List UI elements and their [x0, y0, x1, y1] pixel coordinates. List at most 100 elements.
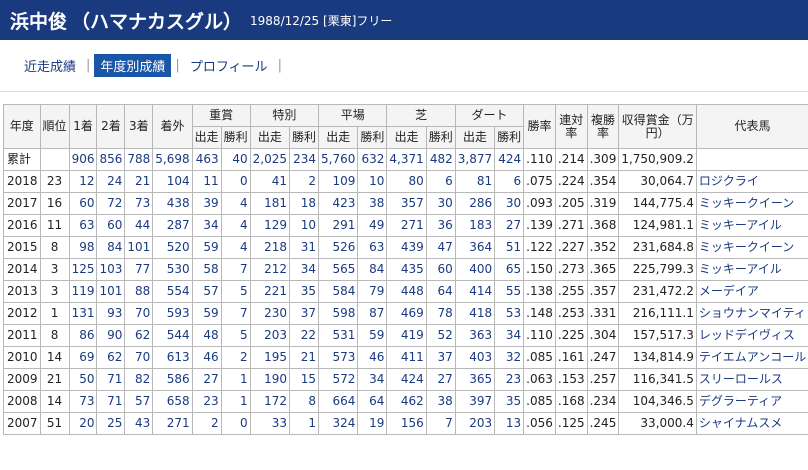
cell-first[interactable]: 12 — [68, 170, 98, 193]
cell-second[interactable]: 103 — [96, 258, 126, 281]
cell-horse-link[interactable]: ミッキーアイル — [695, 258, 808, 281]
cell-d-s[interactable]: 403 — [454, 346, 496, 369]
cell-third[interactable]: 57 — [124, 390, 154, 413]
cell-s-s[interactable]: 41 — [249, 170, 291, 193]
cell-first[interactable]: 906 — [68, 148, 98, 171]
cell-g-w[interactable]: 4 — [220, 236, 251, 259]
cell-d-w[interactable]: 424 — [494, 148, 525, 171]
cell-s-w[interactable]: 37 — [289, 302, 320, 325]
cell-s-w[interactable]: 234 — [289, 148, 320, 171]
cell-f-s[interactable]: 584 — [318, 280, 359, 303]
cell-g-w[interactable]: 2 — [220, 346, 251, 369]
cell-g-s[interactable]: 11 — [191, 170, 222, 193]
cell-d-w[interactable]: 55 — [494, 280, 525, 303]
cell-g-s[interactable]: 48 — [191, 324, 222, 347]
cell-f-w[interactable]: 34 — [357, 368, 388, 391]
cell-d-w[interactable]: 32 — [494, 346, 525, 369]
cell-t-w[interactable]: 7 — [425, 412, 456, 435]
cell-second[interactable]: 71 — [96, 390, 126, 413]
cell-s-w[interactable]: 15 — [289, 368, 320, 391]
cell-d-s[interactable]: 203 — [454, 412, 496, 435]
cell-t-w[interactable]: 38 — [425, 390, 456, 413]
cell-second[interactable]: 93 — [96, 302, 126, 325]
cell-f-w[interactable]: 79 — [357, 280, 388, 303]
cell-f-s[interactable]: 572 — [318, 368, 359, 391]
cell-second[interactable]: 62 — [96, 346, 126, 369]
cell-horse-link[interactable] — [695, 148, 808, 171]
cell-f-s[interactable]: 109 — [318, 170, 359, 193]
cell-t-w[interactable]: 52 — [425, 324, 456, 347]
cell-s-w[interactable]: 21 — [289, 346, 320, 369]
cell-t-s[interactable]: 469 — [386, 302, 427, 325]
cell-s-s[interactable]: 33 — [249, 412, 291, 435]
cell-f-s[interactable]: 531 — [318, 324, 359, 347]
cell-third[interactable]: 44 — [124, 214, 154, 237]
cell-third[interactable]: 77 — [124, 258, 154, 281]
cell-second[interactable]: 84 — [96, 236, 126, 259]
cell-t-s[interactable]: 156 — [386, 412, 427, 435]
cell-s-s[interactable]: 221 — [249, 280, 291, 303]
cell-d-w[interactable]: 27 — [494, 214, 525, 237]
cell-horse-link[interactable]: ミッキークイーン — [695, 192, 808, 215]
cell-t-s[interactable]: 462 — [386, 390, 427, 413]
cell-d-w[interactable]: 51 — [494, 236, 525, 259]
cell-f-w[interactable]: 19 — [357, 412, 388, 435]
cell-g-w[interactable]: 5 — [220, 324, 251, 347]
cell-third[interactable]: 88 — [124, 280, 154, 303]
cell-f-s[interactable]: 423 — [318, 192, 359, 215]
cell-first[interactable]: 69 — [68, 346, 98, 369]
cell-f-s[interactable]: 526 — [318, 236, 359, 259]
cell-first[interactable]: 98 — [68, 236, 98, 259]
cell-g-s[interactable]: 2 — [191, 412, 222, 435]
cell-t-s[interactable]: 80 — [386, 170, 427, 193]
cell-g-w[interactable]: 1 — [220, 368, 251, 391]
cell-s-w[interactable]: 31 — [289, 236, 320, 259]
cell-first[interactable]: 73 — [68, 390, 98, 413]
cell-d-w[interactable]: 30 — [494, 192, 525, 215]
cell-s-s[interactable]: 203 — [249, 324, 291, 347]
cell-g-w[interactable]: 40 — [220, 148, 251, 171]
cell-first[interactable]: 119 — [68, 280, 98, 303]
cell-f-w[interactable]: 64 — [357, 390, 388, 413]
cell-third[interactable]: 62 — [124, 324, 154, 347]
cell-s-w[interactable]: 22 — [289, 324, 320, 347]
cell-d-s[interactable]: 363 — [454, 324, 496, 347]
cell-d-s[interactable]: 397 — [454, 390, 496, 413]
cell-f-w[interactable]: 49 — [357, 214, 388, 237]
cell-t-w[interactable]: 78 — [425, 302, 456, 325]
cell-f-s[interactable]: 565 — [318, 258, 359, 281]
cell-t-s[interactable]: 271 — [386, 214, 427, 237]
cell-s-s[interactable]: 181 — [249, 192, 291, 215]
cell-g-s[interactable]: 59 — [191, 302, 222, 325]
cell-second[interactable]: 24 — [96, 170, 126, 193]
cell-f-w[interactable]: 632 — [357, 148, 388, 171]
cell-horse-link[interactable]: レッドデイヴィス — [695, 324, 808, 347]
tab-recent-results[interactable]: 近走成績 — [18, 54, 82, 77]
cell-d-w[interactable]: 23 — [494, 368, 525, 391]
cell-s-w[interactable]: 10 — [289, 214, 320, 237]
cell-third[interactable]: 82 — [124, 368, 154, 391]
cell-third[interactable]: 70 — [124, 302, 154, 325]
cell-third[interactable]: 43 — [124, 412, 154, 435]
cell-d-s[interactable]: 400 — [454, 258, 496, 281]
cell-horse-link[interactable]: シャイナムスメ — [695, 412, 808, 435]
cell-t-w[interactable]: 60 — [425, 258, 456, 281]
cell-t-s[interactable]: 424 — [386, 368, 427, 391]
cell-t-s[interactable]: 411 — [386, 346, 427, 369]
cell-g-s[interactable]: 39 — [191, 192, 222, 215]
cell-f-s[interactable]: 664 — [318, 390, 359, 413]
cell-d-s[interactable]: 286 — [454, 192, 496, 215]
cell-g-w[interactable]: 0 — [220, 412, 251, 435]
cell-s-w[interactable]: 2 — [289, 170, 320, 193]
cell-f-s[interactable]: 324 — [318, 412, 359, 435]
cell-g-s[interactable]: 58 — [191, 258, 222, 281]
cell-d-w[interactable]: 34 — [494, 324, 525, 347]
cell-g-s[interactable]: 27 — [191, 368, 222, 391]
cell-d-s[interactable]: 364 — [454, 236, 496, 259]
cell-second[interactable]: 25 — [96, 412, 126, 435]
cell-d-w[interactable]: 65 — [494, 258, 525, 281]
cell-t-w[interactable]: 30 — [425, 192, 456, 215]
cell-s-s[interactable]: 190 — [249, 368, 291, 391]
cell-f-w[interactable]: 84 — [357, 258, 388, 281]
cell-d-s[interactable]: 3,877 — [454, 148, 496, 171]
